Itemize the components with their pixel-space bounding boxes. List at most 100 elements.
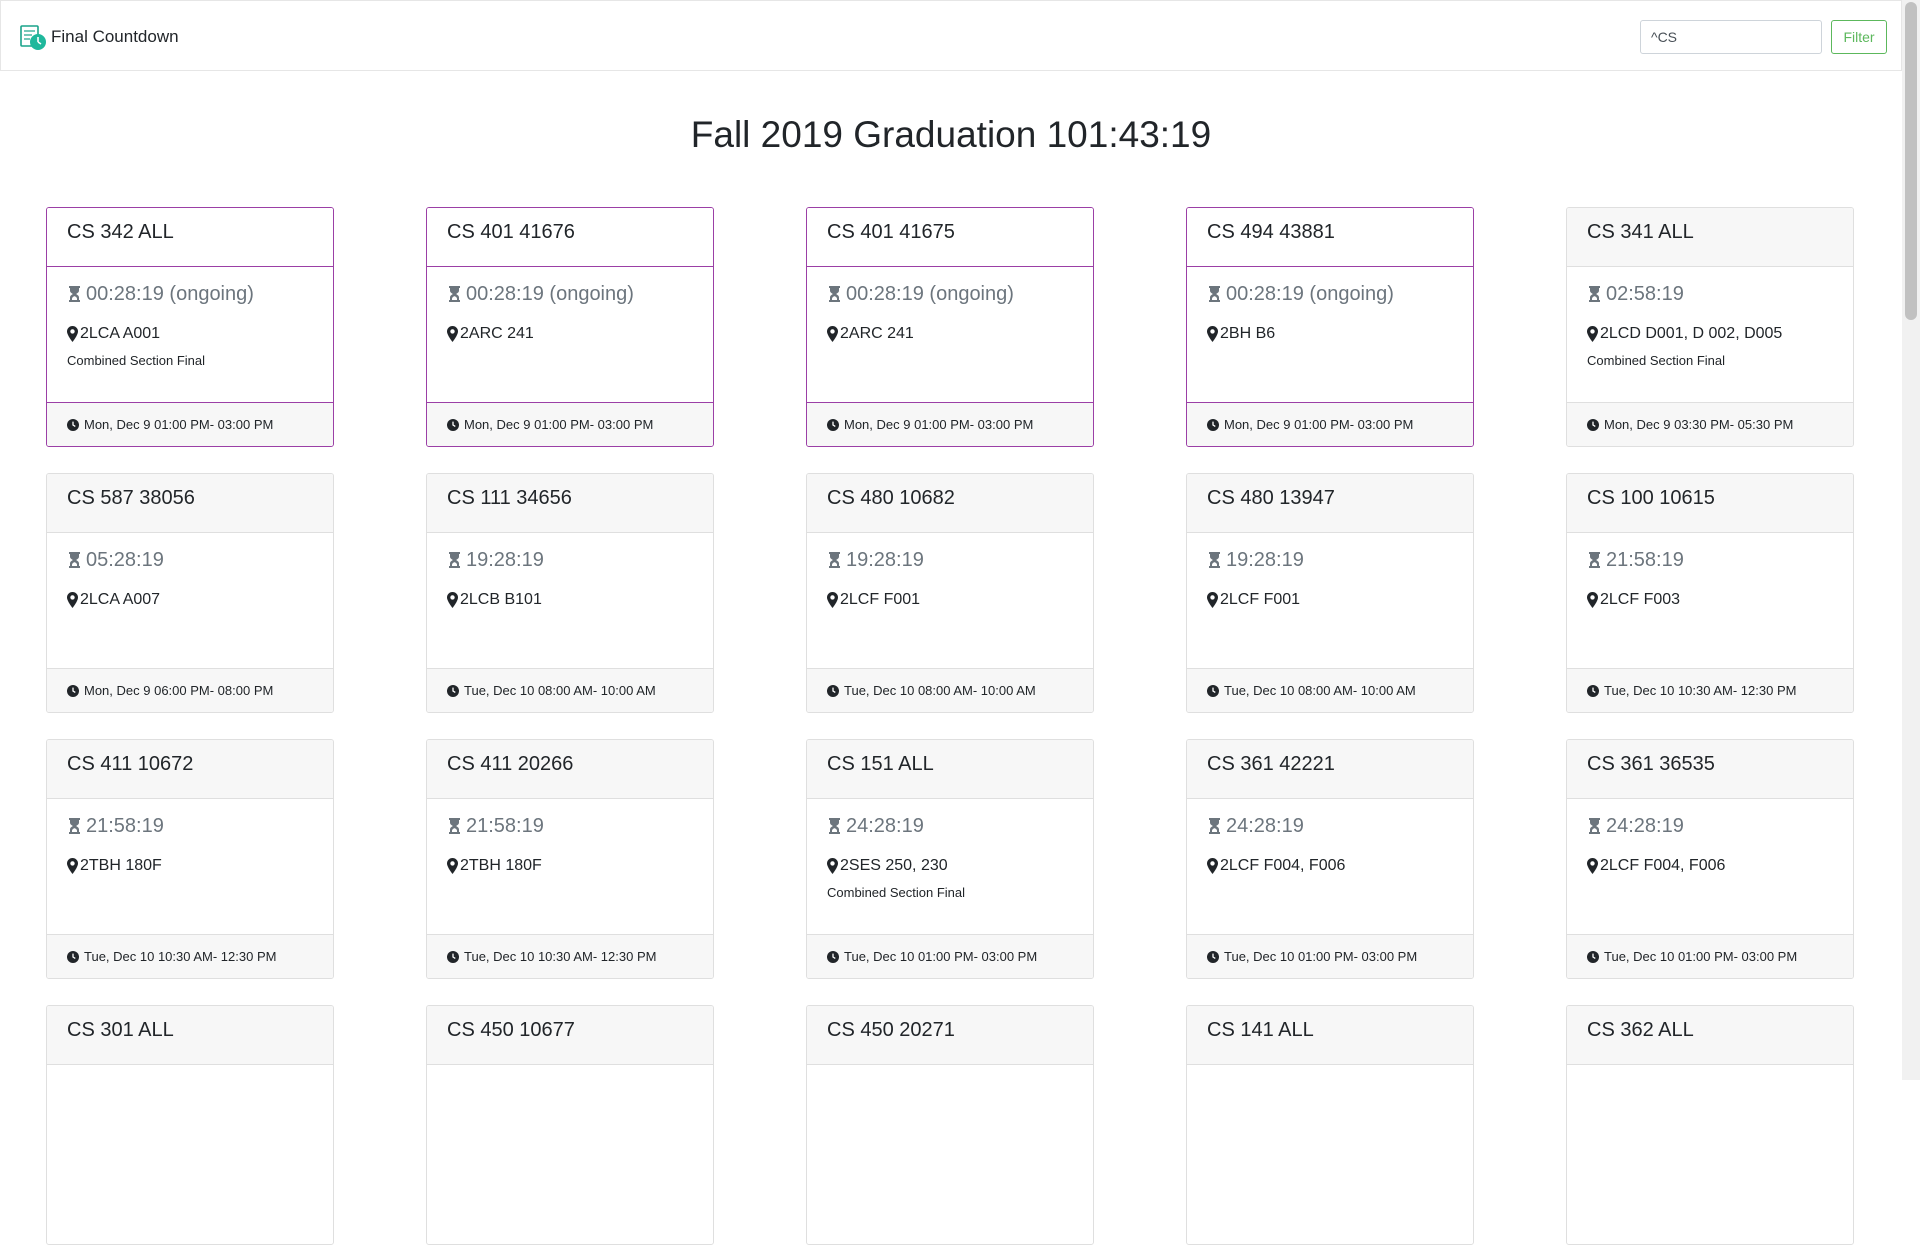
clock-icon	[67, 418, 84, 431]
card-body: 00:28:19 (ongoing) 2BH B6	[1187, 267, 1473, 402]
card-header: CS 341 ALL	[1567, 208, 1853, 267]
brand[interactable]: Final Countdown	[19, 23, 179, 51]
exam-grid: CS 342 ALL 00:28:19 (ongoing) 2LCA A001 …	[46, 207, 1857, 1245]
exam-card: CS 411 20266 21:58:19 2TBH 180F Tue, Dec…	[426, 739, 714, 979]
exam-card: CS 587 38056 05:28:19 2LCA A007 Mon, Dec…	[46, 473, 334, 713]
countdown-text: 24:28:19	[1226, 814, 1304, 837]
countdown-text: 24:28:19	[846, 814, 924, 837]
clock-icon	[1587, 950, 1604, 963]
exam-time: Tue, Dec 10 01:00 PM- 03:00 PM	[1224, 949, 1418, 964]
location-text: 2SES 250, 230	[840, 857, 948, 874]
map-marker-icon	[67, 592, 80, 608]
countdown-text: 00:28:19 (ongoing)	[846, 282, 1014, 305]
section-note: Combined Section Final	[827, 885, 966, 900]
exam-card: CS 341 ALL 02:58:19 2LCD D001, D 002, D0…	[1566, 207, 1854, 447]
card-footer: Tue, Dec 10 01:00 PM- 03:00 PM	[1187, 934, 1473, 978]
section-note: Combined Section Final	[67, 353, 206, 368]
clock-icon	[67, 684, 84, 697]
card-header: CS 401 41676	[427, 208, 713, 267]
hourglass-icon	[447, 551, 466, 569]
countdown-text: 21:58:19	[1606, 548, 1684, 571]
clock-icon	[447, 684, 464, 697]
countdown: 24:28:19	[1587, 813, 1833, 839]
countdown: 21:58:19	[67, 813, 313, 839]
clock-icon	[1587, 684, 1604, 697]
exam-card: CS 494 43881 00:28:19 (ongoing) 2BH B6 M…	[1186, 207, 1474, 447]
card-body: 24:28:19 2SES 250, 230 Combined Section …	[807, 799, 1093, 934]
card-footer: Tue, Dec 10 08:00 AM- 10:00 AM	[1187, 668, 1473, 712]
location-text: 2LCF F001	[1220, 591, 1301, 608]
exam-card: CS 480 10682 19:28:19 2LCF F001 Tue, Dec…	[806, 473, 1094, 713]
filter-button[interactable]: Filter	[1831, 20, 1887, 54]
location: 2LCF F001	[1207, 591, 1453, 609]
card-footer: Tue, Dec 10 08:00 AM- 10:00 AM	[427, 668, 713, 712]
countdown-text: 00:28:19 (ongoing)	[86, 282, 254, 305]
clock-icon	[1207, 684, 1224, 697]
card-body	[1187, 1065, 1473, 1200]
location: 2BH B6	[1207, 325, 1453, 343]
countdown-text: 21:58:19	[86, 814, 164, 837]
card-footer: Tue, Dec 10 01:00 PM- 03:00 PM	[807, 934, 1093, 978]
card-body: 00:28:19 (ongoing) 2LCA A001 Combined Se…	[47, 267, 333, 402]
exam-time: Mon, Dec 9 03:30 PM- 05:30 PM	[1604, 417, 1794, 432]
location: 2TBH 180F	[447, 857, 693, 875]
hourglass-icon	[67, 285, 86, 303]
navbar: Final Countdown Filter	[0, 0, 1902, 71]
hourglass-icon	[827, 285, 846, 303]
card-header: CS 480 10682	[807, 474, 1093, 533]
exam-card: CS 450 10677	[426, 1005, 714, 1245]
map-marker-icon	[447, 858, 460, 874]
exam-time: Tue, Dec 10 08:00 AM- 10:00 AM	[844, 683, 1036, 698]
countdown-text: 00:28:19 (ongoing)	[1226, 282, 1394, 305]
card-header: CS 587 38056	[47, 474, 333, 533]
hourglass-icon	[1207, 817, 1226, 835]
location: 2LCA A001	[67, 325, 313, 343]
exam-card: CS 362 ALL	[1566, 1005, 1854, 1245]
exam-card: CS 401 41675 00:28:19 (ongoing) 2ARC 241…	[806, 207, 1094, 447]
exam-card: CS 450 20271	[806, 1005, 1094, 1245]
exam-time: Tue, Dec 10 10:30 AM- 12:30 PM	[464, 949, 657, 964]
hourglass-icon	[67, 817, 86, 835]
card-header: CS 342 ALL	[47, 208, 333, 267]
card-body: 24:28:19 2LCF F004, F006	[1567, 799, 1853, 934]
exam-time: Tue, Dec 10 08:00 AM- 10:00 AM	[464, 683, 656, 698]
exam-card: CS 141 ALL	[1186, 1005, 1474, 1245]
countdown: 21:58:19	[1587, 547, 1833, 573]
countdown: 24:28:19	[1207, 813, 1453, 839]
card-header: CS 362 ALL	[1567, 1006, 1853, 1065]
exam-time: Mon, Dec 9 01:00 PM- 03:00 PM	[464, 417, 654, 432]
card-footer: Tue, Dec 10 08:00 AM- 10:00 AM	[807, 668, 1093, 712]
card-body: 19:28:19 2LCB B101	[427, 533, 713, 668]
card-body: 00:28:19 (ongoing) 2ARC 241	[807, 267, 1093, 402]
countdown-text: 02:58:19	[1606, 282, 1684, 305]
map-marker-icon	[1587, 858, 1600, 874]
clock-icon	[1587, 418, 1604, 431]
hourglass-icon	[1587, 817, 1606, 835]
location: 2ARC 241	[447, 325, 693, 343]
countdown-text: 21:58:19	[466, 814, 544, 837]
location: 2LCB B101	[447, 591, 693, 609]
hourglass-icon	[1207, 551, 1226, 569]
countdown: 00:28:19 (ongoing)	[447, 281, 693, 307]
card-body	[47, 1065, 333, 1200]
scrollbar-thumb[interactable]	[1905, 2, 1917, 320]
calendar-clock-icon	[19, 23, 47, 51]
countdown: 00:28:19 (ongoing)	[1207, 281, 1453, 307]
card-header: CS 361 42221	[1187, 740, 1473, 799]
exam-time: Mon, Dec 9 01:00 PM- 03:00 PM	[1224, 417, 1414, 432]
filter-input[interactable]	[1640, 20, 1822, 54]
clock-icon	[827, 418, 844, 431]
card-footer: Tue, Dec 10 10:30 AM- 12:30 PM	[47, 934, 333, 978]
card-body	[427, 1065, 713, 1200]
card-footer: Mon, Dec 9 01:00 PM- 03:00 PM	[47, 402, 333, 446]
location-text: 2LCF F001	[840, 591, 921, 608]
exam-card: CS 480 13947 19:28:19 2LCF F001 Tue, Dec…	[1186, 473, 1474, 713]
card-body: 21:58:19 2TBH 180F	[427, 799, 713, 934]
hourglass-icon	[1587, 551, 1606, 569]
map-marker-icon	[447, 592, 460, 608]
countdown: 05:28:19	[67, 547, 313, 573]
location-text: 2LCD D001, D 002, D005	[1600, 325, 1783, 342]
countdown: 21:58:19	[447, 813, 693, 839]
card-header: CS 494 43881	[1187, 208, 1473, 267]
clock-icon	[827, 684, 844, 697]
